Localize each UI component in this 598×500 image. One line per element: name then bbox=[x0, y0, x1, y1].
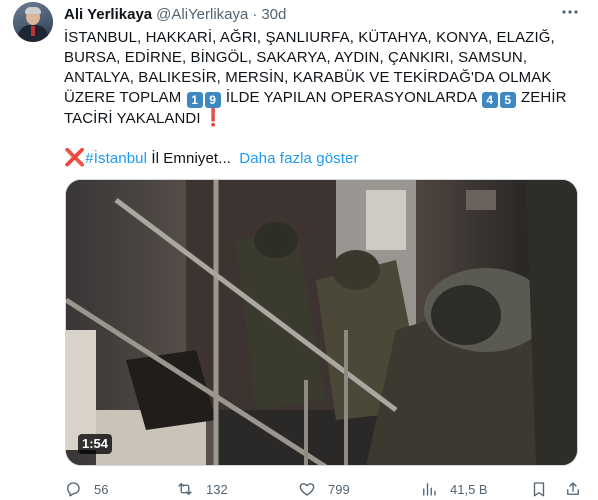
line5-text: TACİRİ YAKALANDI bbox=[64, 110, 201, 127]
reply-icon bbox=[67, 482, 80, 497]
heart-icon bbox=[299, 483, 315, 496]
tweet[interactable]: Ali Yerlikaya @AliYerlikaya · 30d İSTANB… bbox=[0, 0, 598, 500]
hashtag-link[interactable]: #İstanbul bbox=[85, 150, 147, 167]
cross-mark-icon: ❌ bbox=[64, 148, 86, 167]
tweet-line-2: BURSA, EDİRNE, BİNGÖL, SAKARYA, AYDIN, Ç… bbox=[64, 49, 528, 66]
line4-prefix: ÜZERE TOPLAM bbox=[64, 89, 182, 106]
author-handle[interactable]: @AliYerlikaya bbox=[156, 6, 248, 23]
tweet-line-7: ❌#İstanbul İl Emniyet... Daha fazla göst… bbox=[64, 148, 584, 168]
tweet-line-5: TACİRİ YAKALANDI ❗ bbox=[64, 108, 584, 128]
author-name[interactable]: Ali Yerlikaya bbox=[64, 6, 152, 23]
tweet-line-1: İSTANBUL, HAKKARİ, AĞRI, ŞANLIURFA, KÜTA… bbox=[64, 29, 555, 46]
bookmark-button[interactable] bbox=[530, 479, 548, 499]
more-options-icon[interactable] bbox=[558, 2, 582, 24]
views-icon bbox=[423, 483, 436, 496]
reply-button[interactable]: 56 bbox=[64, 479, 108, 499]
views-button[interactable]: 41,5 B bbox=[420, 479, 488, 499]
repost-button[interactable]: 132 bbox=[176, 479, 228, 499]
line4-middle: İLDE YAPILAN OPERASYONLARDA bbox=[225, 89, 477, 106]
bookmark-icon bbox=[533, 482, 545, 497]
tweet-line-3: ANTALYA, BALIKESİR, MERSİN, KARABÜK VE T… bbox=[64, 69, 552, 86]
repost-count: 132 bbox=[206, 481, 228, 497]
avatar[interactable] bbox=[13, 2, 53, 42]
share-button[interactable] bbox=[564, 479, 582, 499]
keycap-digit-icon: 1 bbox=[186, 92, 203, 108]
reply-count: 56 bbox=[94, 481, 109, 497]
timestamp[interactable]: 30d bbox=[261, 6, 286, 23]
trailing-text: İl Emniyet... bbox=[151, 150, 231, 167]
video-player[interactable]: 1:54 bbox=[65, 179, 578, 466]
separator-dot: · bbox=[252, 5, 258, 23]
avatar-hair bbox=[25, 7, 41, 14]
video-frame bbox=[66, 180, 577, 465]
action-bar: 56 132 799 41,5 B bbox=[64, 479, 584, 499]
line4-suffix: ZEHİR bbox=[521, 89, 567, 106]
repost-icon bbox=[178, 483, 192, 495]
like-button[interactable]: 799 bbox=[298, 479, 350, 499]
keycap-digit-icon: 4 bbox=[481, 92, 498, 108]
share-icon bbox=[567, 482, 579, 495]
like-count: 799 bbox=[328, 481, 350, 497]
view-count: 41,5 B bbox=[450, 481, 488, 497]
exclamation-icon: ❗ bbox=[202, 108, 224, 127]
tweet-header: Ali Yerlikaya @AliYerlikaya · 30d bbox=[64, 4, 286, 24]
video-duration: 1:54 bbox=[78, 434, 113, 454]
keycap-digit-icon: 9 bbox=[204, 92, 221, 108]
keycap-digit-icon: 5 bbox=[499, 92, 516, 108]
avatar-tie bbox=[31, 26, 35, 36]
show-more-link[interactable]: Daha fazla göster bbox=[239, 150, 358, 167]
tweet-text: İSTANBUL, HAKKARİ, AĞRI, ŞANLIURFA, KÜTA… bbox=[64, 28, 584, 168]
tweet-line-4: ÜZERE TOPLAM 19 İLDE YAPILAN OPERASYONLA… bbox=[64, 88, 584, 108]
